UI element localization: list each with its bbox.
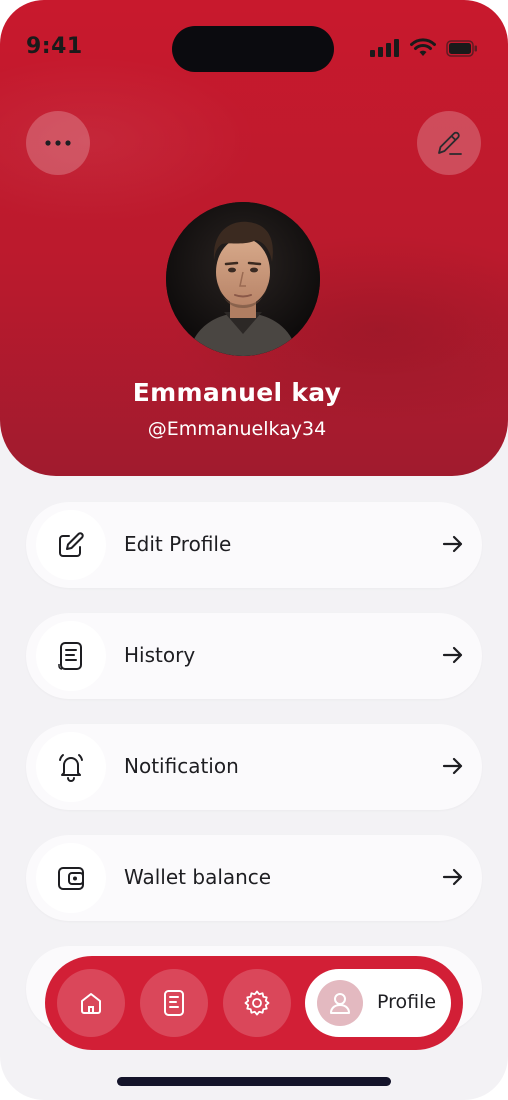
nav-profile-button[interactable]: Profile <box>305 969 451 1037</box>
menu-icon-container <box>36 843 106 913</box>
pencil-icon <box>438 131 462 155</box>
nav-home-button[interactable] <box>57 969 125 1037</box>
menu-icon-container <box>36 510 106 580</box>
arrow-right-icon <box>442 868 463 886</box>
menu-label: History <box>124 643 196 667</box>
more-button[interactable] <box>26 111 90 175</box>
dynamic-island <box>172 26 334 72</box>
edit-icon <box>59 532 84 557</box>
user-handle: @Emmanuelkay34 <box>147 418 327 440</box>
avatar[interactable] <box>166 202 320 356</box>
arrow-right-icon <box>442 757 463 775</box>
menu-item-history[interactable]: History <box>26 613 482 699</box>
menu-icon-container <box>36 732 106 802</box>
receipt-icon <box>58 642 82 670</box>
gear-icon <box>244 990 270 1016</box>
status-icons <box>370 38 478 57</box>
menu-label: Notification <box>124 754 239 778</box>
profile-header: 9:41 Emmanuel kay @Emmanuelkay34 <box>0 0 508 476</box>
battery-icon <box>446 40 477 57</box>
menu-item-edit-profile[interactable]: Edit Profile <box>26 502 482 588</box>
wallet-icon <box>58 867 84 890</box>
menu-icon-container <box>36 621 106 691</box>
menu-item-wallet-balance[interactable]: Wallet balance <box>26 835 482 921</box>
avatar-portrait <box>166 202 320 356</box>
user-name: Emmanuel kay <box>132 378 342 407</box>
arrow-right-icon <box>442 646 463 664</box>
menu-label: Edit Profile <box>124 532 232 556</box>
more-icon <box>45 140 71 146</box>
phone-screen: 9:41 Emmanuel kay @Emmanuelkay34 Edit Pr… <box>0 0 508 1100</box>
nav-profile-avatar <box>317 980 363 1026</box>
bottom-nav: Profile <box>45 956 463 1050</box>
signal-icon <box>370 39 399 57</box>
home-icon <box>81 993 101 1014</box>
menu-label: Wallet balance <box>124 865 272 889</box>
nav-history-button[interactable] <box>140 969 208 1037</box>
status-time: 9:41 <box>26 34 83 59</box>
bell-icon <box>59 754 83 782</box>
arrow-right-icon <box>442 535 463 553</box>
menu-item-notification[interactable]: Notification <box>26 724 482 810</box>
wifi-icon <box>410 38 436 56</box>
user-icon <box>330 993 350 1014</box>
receipt-icon <box>164 990 184 1016</box>
nav-settings-button[interactable] <box>223 969 291 1037</box>
nav-profile-label: Profile <box>377 991 437 1013</box>
edit-header-button[interactable] <box>417 111 481 175</box>
home-indicator <box>117 1077 391 1086</box>
